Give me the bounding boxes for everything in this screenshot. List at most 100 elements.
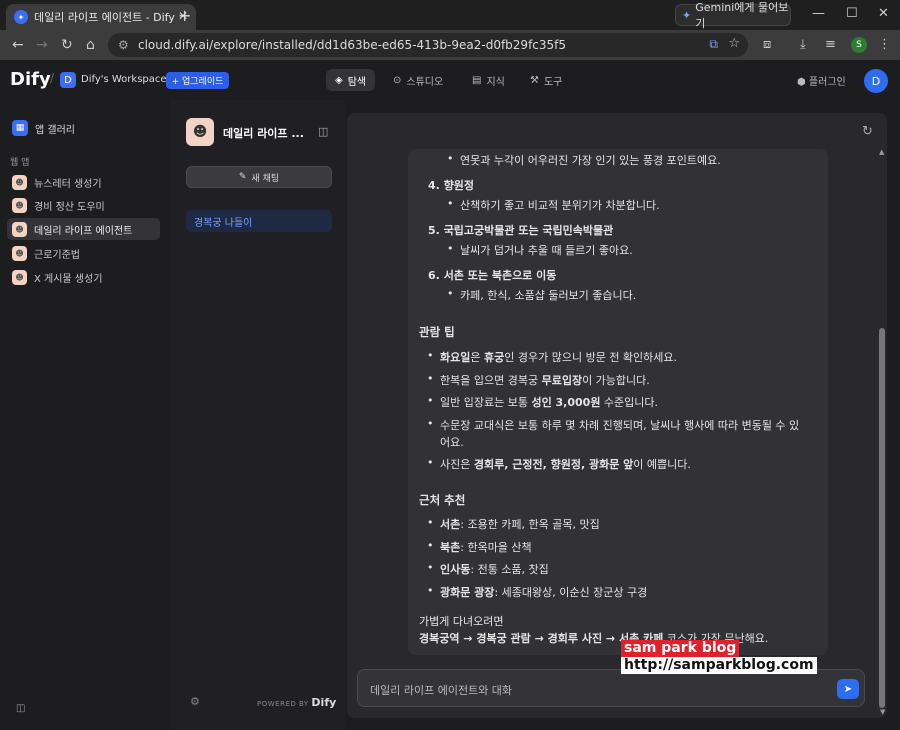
upgrade-button[interactable]: + 업그레이드 — [166, 72, 229, 89]
chat-input-placeholder: 데일리 라이프 에이전트와 대화 — [370, 684, 513, 697]
sidebar-app-newsletter[interactable]: ☻ 뉴스레터 생성기 — [7, 171, 160, 193]
cube-icon: ⬢ — [797, 77, 809, 88]
nav-tab-explore[interactable]: ◈ 탐색 — [326, 69, 376, 91]
user-avatar[interactable]: D — [864, 69, 888, 93]
nearby-desc: : 한옥마을 산책 — [460, 541, 532, 554]
scroll-thumb[interactable] — [879, 328, 885, 708]
nav-tab-label: 도구 — [543, 76, 563, 88]
nearby-desc: : 조용한 카페, 한옥 골목, 맛집 — [460, 518, 600, 531]
browser-tab[interactable]: ✦ 데일리 라이프 에이전트 - Dify ✕ — [6, 4, 196, 30]
panel-collapse-icon[interactable]: ◫ — [318, 125, 328, 138]
web-apps-section-label: 웹 앱 — [10, 158, 30, 168]
forward-icon[interactable]: → — [36, 37, 48, 53]
dify-app: Dify / D Dify's Workspace ⌄ + 업그레이드 ◈ 탐색… — [0, 60, 900, 730]
sidebar-toggle-icon[interactable]: ◫ — [16, 703, 25, 714]
sidebar-app-label: 뉴스레터 생성기 — [34, 178, 102, 190]
conversation-item[interactable]: 경복궁 나들이 — [186, 210, 332, 232]
tip-text: 수준입니다. — [600, 396, 659, 409]
minimize-icon[interactable]: — — [812, 6, 825, 21]
download-icon[interactable]: ⤓ — [800, 37, 806, 52]
tip-item: 일반 입장료는 보통 성인 3,000원 수준입니다. — [427, 394, 659, 410]
bot-avatar-icon: ☻ — [12, 221, 27, 237]
workspace-name: Dify's Workspace — [81, 74, 167, 85]
sidebar-app-expense[interactable]: ☻ 경비 정산 도우미 — [7, 194, 160, 216]
tool-icon: ⚒ — [530, 74, 539, 86]
bookmark-star-icon[interactable]: ☆ — [728, 36, 740, 51]
place-item: 4. 향원정 — [428, 177, 474, 193]
nearby-item: 인사동: 전통 소품, 찻집 — [427, 561, 549, 577]
send-button[interactable]: ➤ — [837, 679, 859, 699]
dify-logo[interactable]: Dify — [10, 69, 51, 90]
new-chat-button[interactable]: ✎ 새 채팅 — [186, 166, 332, 188]
place-name: 향원정 — [443, 179, 475, 192]
chat-scrollbar[interactable]: ▲ — [879, 148, 885, 713]
window-close-icon[interactable]: ✕ — [878, 6, 889, 21]
bot-avatar-icon: ☻ — [12, 245, 27, 261]
sidebar-app-x-post[interactable]: ☻ X 게시물 생성기 — [7, 266, 160, 288]
place-item: 6. 서촌 또는 북촌으로 이동 — [428, 267, 556, 283]
gemini-button[interactable]: ✦ Gemini에게 물어보기 — [675, 1, 791, 30]
chat-app-title: 데일리 라이프 ... — [223, 127, 304, 140]
send-icon: ➤ — [843, 683, 853, 695]
nearby-item: 서촌: 조용한 카페, 한옥 골목, 맛집 — [427, 516, 600, 532]
menu-kebab-icon[interactable]: ⋮ — [878, 37, 891, 52]
tip-bold: 휴궁 — [484, 351, 505, 364]
home-icon[interactable]: ⌂ — [86, 37, 95, 53]
app-avatar-icon: ☻ — [186, 118, 214, 146]
tip-bold: 경회루, 근정전, 향원정, 광화문 앞 — [473, 458, 634, 471]
tip-item: 사진은 경회루, 근정전, 향원정, 광화문 앞이 예쁩니다. — [427, 456, 691, 472]
app-gallery-link[interactable]: ▦ 앱 갤러리 — [12, 120, 75, 136]
tip-item: 화요일은 휴궁인 경우가 많으니 방문 전 확인하세요. — [427, 349, 677, 365]
nearby-heading: 근처 추천 — [419, 493, 466, 507]
chat-panel: ↻ 연못과 누각이 어우러진 가장 인기 있는 풍경 포인트예요. 4. 향원정… — [347, 113, 887, 718]
place-number: 4. — [428, 179, 440, 192]
place-desc: 산책하기 좋고 비교적 분위기가 차분합니다. — [447, 197, 660, 213]
plugin-button[interactable]: ⬢ 플러그인 — [797, 73, 846, 88]
nav-tab-studio[interactable]: ⊙ 스튜디오 — [384, 69, 452, 91]
left-sidebar: ▦ 앱 갤러리 웹 앱 ☻ 뉴스레터 생성기 ☻ 경비 정산 도우미 ☻ 데일리… — [0, 100, 170, 730]
sidebar-app-labor-law[interactable]: ☻ 근로기준법 — [7, 242, 160, 264]
gemini-label: Gemini에게 물어보기 — [695, 1, 789, 30]
place-number: 6. — [428, 269, 440, 282]
nearby-name: 인사동 — [440, 563, 471, 576]
tip-bold: 화요일 — [440, 351, 471, 364]
sidebar-app-label: 경비 정산 도우미 — [34, 201, 105, 213]
extensions-icon[interactable]: ⧈ — [763, 37, 771, 52]
nav-tab-knowledge[interactable]: ▤ 지식 — [463, 69, 514, 91]
browser-profile-avatar[interactable]: S — [851, 37, 867, 53]
compass-icon: ◈ — [335, 74, 343, 86]
closing-intro: 가볍게 다녀오려면 — [419, 615, 504, 628]
workspace-badge[interactable]: D — [60, 72, 76, 88]
place-item: 5. 국립고궁박물관 또는 국립민속박물관 — [428, 222, 613, 238]
bot-avatar-icon: ☻ — [12, 197, 27, 213]
workspace-selector[interactable]: Dify's Workspace ⌄ — [81, 74, 178, 85]
maximize-icon[interactable]: ☐ — [846, 6, 858, 21]
place-desc: 날씨가 덥거나 추울 때 들르기 좋아요. — [447, 242, 633, 258]
sidebar-app-daily-life[interactable]: ☻ 데일리 라이프 에이전트 — [7, 218, 160, 240]
sidebar-app-label: X 게시물 생성기 — [34, 273, 103, 285]
scroll-up-icon[interactable]: ▲ — [879, 148, 884, 156]
scroll-down-icon[interactable]: ▼ — [880, 708, 885, 716]
refresh-icon[interactable]: ↻ — [862, 124, 873, 139]
back-icon[interactable]: ← — [12, 37, 24, 53]
dify-favicon-icon: ✦ — [14, 10, 28, 24]
assistant-message: 연못과 누각이 어우러진 가장 인기 있는 풍경 포인트예요. 4. 향원정 산… — [408, 149, 828, 655]
site-info-icon[interactable]: ⚙ — [118, 38, 129, 52]
nearby-desc: : 세종대왕상, 이순신 장군상 구경 — [494, 586, 648, 599]
new-chat-label: 새 채팅 — [251, 173, 280, 184]
new-tab-icon[interactable]: + — [178, 6, 191, 25]
install-app-icon[interactable]: ⧉ — [709, 37, 718, 52]
watermark-blog-name: sam park blog — [621, 640, 740, 657]
tip-item: 한복을 입으면 경복궁 무료입장이 가능합니다. — [427, 372, 650, 388]
reading-list-icon[interactable]: ≡ — [825, 37, 836, 52]
powered-by: POWERED BY Dify — [257, 696, 336, 709]
chat-input[interactable]: 데일리 라이프 에이전트와 대화 ➤ — [357, 669, 865, 707]
settings-sliders-icon[interactable]: ⚙ — [190, 695, 200, 708]
nav-tab-tools[interactable]: ⚒ 도구 — [521, 69, 571, 91]
message-bullet: 연못과 누각이 어우러진 가장 인기 있는 풍경 포인트예요. — [447, 152, 721, 168]
place-name: 서촌 또는 북촌으로 이동 — [443, 269, 557, 282]
address-bar[interactable]: ⚙ cloud.dify.ai/explore/installed/dd1d63… — [108, 33, 748, 57]
reload-icon[interactable]: ↻ — [61, 37, 73, 53]
tip-text: 이 가능합니다. — [582, 374, 650, 387]
tip-text: 수문장 교대식은 보통 하루 몇 차례 진행되며, 날씨나 행사에 따라 변동될… — [440, 419, 800, 432]
